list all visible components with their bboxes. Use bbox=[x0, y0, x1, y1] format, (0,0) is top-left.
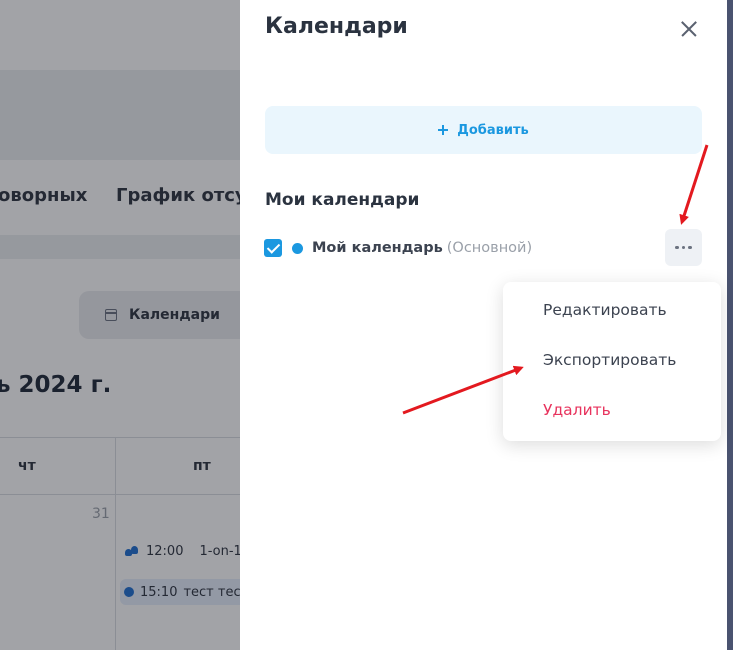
more-dot bbox=[675, 245, 679, 250]
menu-item-export[interactable]: Экспортировать bbox=[543, 351, 676, 369]
menu-item-delete[interactable]: Удалить bbox=[543, 401, 611, 419]
calendars-drawer: Календари Добавить Мои календари Мой кал… bbox=[240, 0, 727, 650]
add-calendar-button[interactable]: Добавить bbox=[265, 106, 702, 154]
more-dot bbox=[681, 245, 686, 250]
close-icon[interactable] bbox=[677, 17, 701, 41]
more-dot bbox=[688, 245, 692, 250]
calendar-name: Мой календарь bbox=[312, 240, 443, 256]
calendar-context-menu: Редактировать Экспортировать Удалить bbox=[503, 282, 721, 441]
drawer-title: Календари bbox=[265, 14, 408, 39]
add-calendar-label: Добавить bbox=[457, 122, 529, 138]
calendar-subtitle: (Основной) bbox=[446, 240, 533, 256]
calendar-color-dot bbox=[292, 242, 303, 254]
more-options-button[interactable] bbox=[665, 229, 702, 266]
plus-icon bbox=[438, 125, 449, 135]
window-edge bbox=[727, 0, 733, 650]
calendar-checkbox[interactable] bbox=[264, 239, 282, 257]
calendar-item: Мой календарь (Основной) bbox=[264, 237, 532, 259]
menu-item-edit[interactable]: Редактировать bbox=[543, 301, 667, 319]
my-calendars-title: Мои календари bbox=[265, 190, 420, 210]
